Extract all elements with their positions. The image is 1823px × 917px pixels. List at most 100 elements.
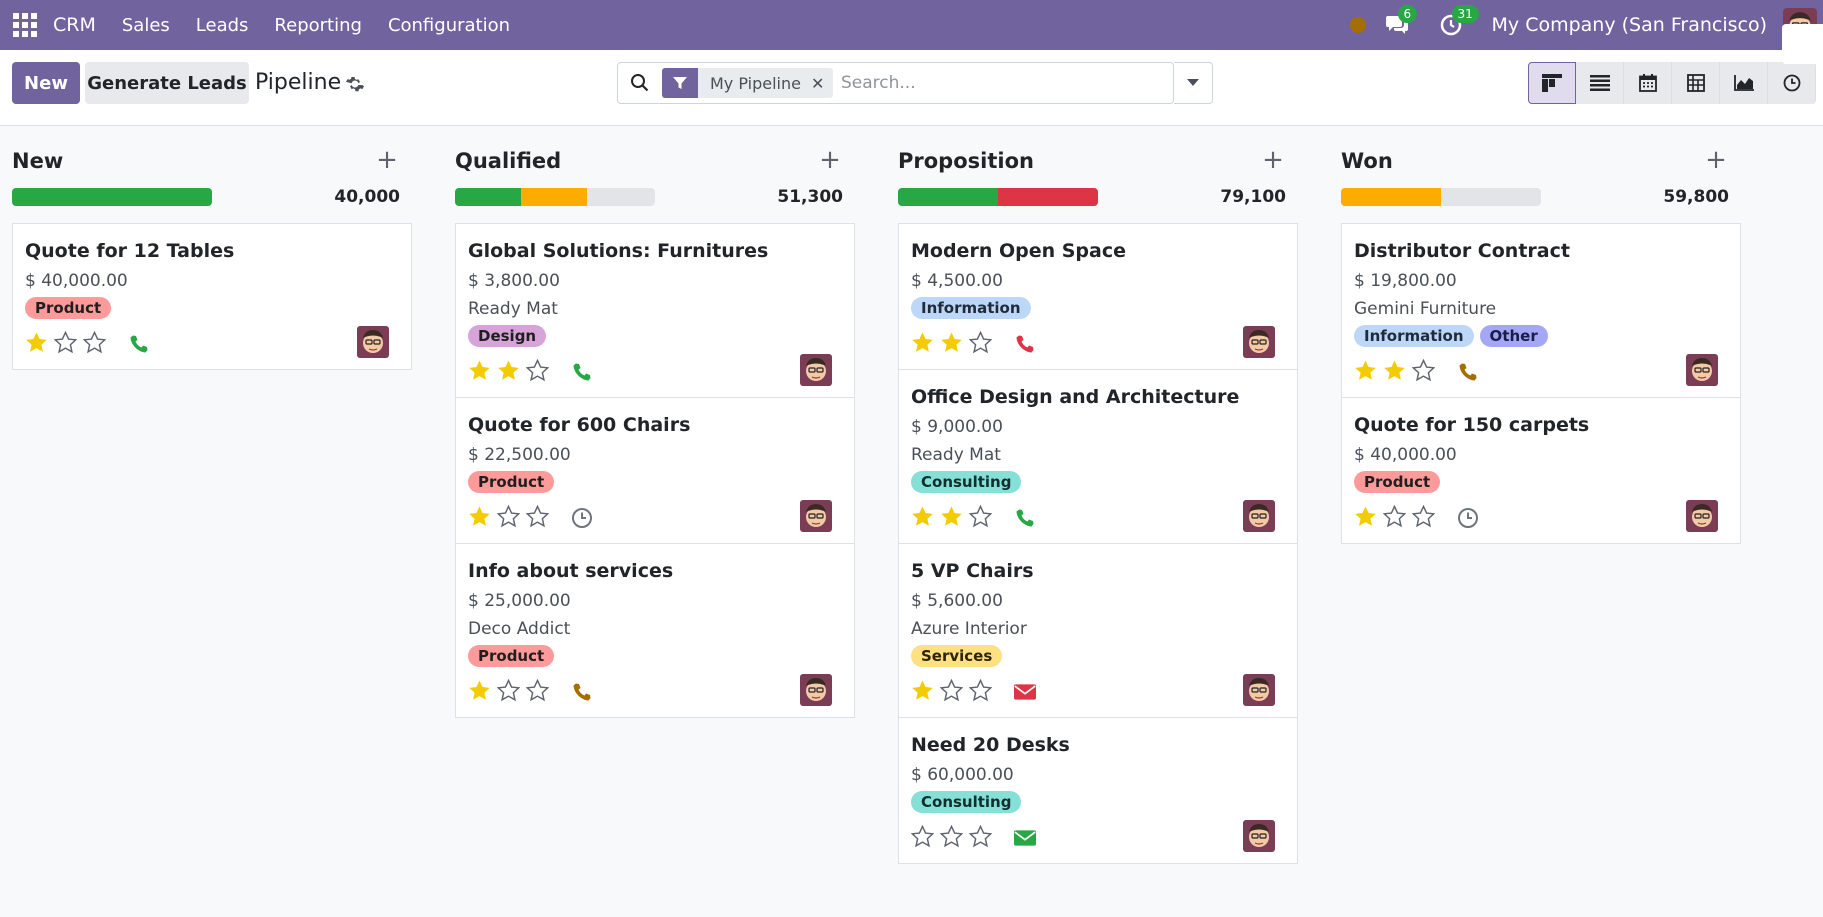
pivot-view-button[interactable] — [1672, 62, 1720, 104]
column-title[interactable]: Won — [1341, 149, 1393, 173]
email-activity-icon[interactable] — [1014, 827, 1036, 849]
filter-facet[interactable]: My Pipeline ✕ — [662, 68, 833, 98]
phone-activity-icon[interactable] — [1014, 507, 1036, 529]
lead-card[interactable]: Need 20 Desks $ 60,000.00 Consulting — [899, 718, 1297, 863]
column-title[interactable]: Qualified — [455, 149, 561, 173]
salesperson-avatar[interactable] — [1686, 354, 1718, 386]
column-progress-bar[interactable] — [12, 188, 212, 206]
progress-segment[interactable] — [455, 188, 521, 206]
lead-card[interactable]: 5 VP Chairs $ 5,600.00 Azure Interior Servi… — [899, 544, 1297, 718]
star-filled-icon[interactable] — [468, 505, 491, 532]
gear-icon[interactable] — [345, 74, 365, 94]
star-empty-icon[interactable] — [1411, 358, 1436, 386]
star-empty-icon[interactable] — [1411, 504, 1436, 532]
star-empty-icon[interactable] — [968, 678, 993, 706]
presence-status-icon[interactable] — [1349, 17, 1366, 33]
star-filled-icon[interactable] — [940, 505, 963, 532]
column-progress-bar[interactable] — [1341, 188, 1541, 206]
star-filled-icon[interactable] — [468, 359, 491, 386]
column-progress-bar[interactable] — [898, 188, 1098, 206]
clock-activity-icon[interactable] — [571, 507, 593, 529]
star-empty-icon[interactable] — [939, 824, 964, 852]
star-filled-icon[interactable] — [911, 331, 934, 358]
star-filled-icon[interactable] — [1354, 359, 1377, 386]
app-brand[interactable]: CRM — [53, 14, 96, 36]
generate-leads-button[interactable]: Generate Leads — [85, 62, 249, 104]
star-empty-icon[interactable] — [1382, 504, 1407, 532]
menu-sales[interactable]: Sales — [122, 15, 170, 36]
column-progress-bar[interactable] — [455, 188, 655, 206]
star-filled-icon[interactable] — [1354, 505, 1377, 532]
calendar-view-button[interactable] — [1624, 62, 1672, 104]
column-title[interactable]: New — [12, 149, 63, 173]
menu-leads[interactable]: Leads — [196, 15, 249, 36]
list-view-button[interactable] — [1576, 62, 1624, 104]
salesperson-avatar[interactable] — [800, 354, 832, 386]
salesperson-avatar[interactable] — [1243, 820, 1275, 852]
lead-card[interactable]: Info about services $ 25,000.00 Deco Addic… — [456, 544, 854, 717]
star-empty-icon[interactable] — [525, 504, 550, 532]
progress-segment[interactable] — [1341, 188, 1441, 206]
menu-configuration[interactable]: Configuration — [388, 15, 510, 36]
star-empty-icon[interactable] — [525, 678, 550, 706]
graph-view-button[interactable] — [1720, 62, 1768, 104]
new-button[interactable]: New — [12, 62, 80, 104]
salesperson-avatar[interactable] — [800, 500, 832, 532]
lead-card[interactable]: Quote for 12 Tables $ 40,000.00 Product — [13, 224, 411, 369]
star-filled-icon[interactable] — [497, 359, 520, 386]
phone-activity-icon[interactable] — [1457, 361, 1479, 383]
star-empty-icon[interactable] — [496, 678, 521, 706]
star-empty-icon[interactable] — [82, 330, 107, 358]
star-empty-icon[interactable] — [496, 504, 521, 532]
star-empty-icon[interactable] — [939, 678, 964, 706]
activities-clock-icon[interactable]: 31 — [1438, 5, 1479, 37]
salesperson-avatar[interactable] — [800, 674, 832, 706]
star-empty-icon[interactable] — [968, 330, 993, 358]
clock-activity-icon[interactable] — [1457, 507, 1479, 529]
apps-menu-icon[interactable] — [13, 13, 37, 37]
menu-reporting[interactable]: Reporting — [274, 15, 362, 36]
progress-segment[interactable] — [12, 188, 212, 206]
star-filled-icon[interactable] — [911, 505, 934, 532]
lead-card[interactable]: Global Solutions: Furnitures $ 3,800.00 Re… — [456, 224, 854, 398]
phone-activity-icon[interactable] — [128, 333, 150, 355]
progress-segment[interactable] — [998, 188, 1098, 206]
star-filled-icon[interactable] — [940, 331, 963, 358]
company-switcher[interactable]: My Company (San Francisco) — [1492, 14, 1767, 36]
salesperson-avatar[interactable] — [1686, 500, 1718, 532]
lead-card[interactable]: Distributor Contract $ 19,800.00 Gemini Fu… — [1342, 224, 1740, 398]
salesperson-avatar[interactable] — [357, 326, 389, 358]
star-filled-icon[interactable] — [1383, 359, 1406, 386]
quick-create-icon[interactable]: + — [1703, 145, 1729, 175]
quick-create-icon[interactable]: + — [1260, 145, 1286, 175]
salesperson-avatar[interactable] — [1243, 500, 1275, 532]
lead-card[interactable]: Quote for 600 Chairs $ 22,500.00 Product — [456, 398, 854, 544]
quick-create-icon[interactable]: + — [374, 145, 400, 175]
star-filled-icon[interactable] — [25, 331, 48, 358]
star-filled-icon[interactable] — [468, 679, 491, 706]
search-bar[interactable]: My Pipeline ✕ — [617, 62, 1174, 104]
phone-activity-icon[interactable] — [1014, 333, 1036, 355]
star-empty-icon[interactable] — [525, 358, 550, 386]
progress-segment[interactable] — [521, 188, 587, 206]
star-empty-icon[interactable] — [968, 824, 993, 852]
lead-card[interactable]: Modern Open Space $ 4,500.00 Information — [899, 224, 1297, 370]
salesperson-avatar[interactable] — [1243, 326, 1275, 358]
lead-card[interactable]: Quote for 150 carpets $ 40,000.00 Product — [1342, 398, 1740, 543]
star-empty-icon[interactable] — [53, 330, 78, 358]
search-input[interactable] — [840, 73, 1141, 93]
facet-remove-icon[interactable]: ✕ — [811, 68, 833, 98]
quick-create-icon[interactable]: + — [817, 145, 843, 175]
progress-segment[interactable] — [898, 188, 998, 206]
phone-activity-icon[interactable] — [571, 361, 593, 383]
salesperson-avatar[interactable] — [1243, 674, 1275, 706]
star-empty-icon[interactable] — [910, 824, 935, 852]
star-empty-icon[interactable] — [968, 504, 993, 532]
star-filled-icon[interactable] — [911, 679, 934, 706]
search-options-toggle[interactable] — [1174, 62, 1213, 104]
lead-card[interactable]: Office Design and Architecture $ 9,000.00… — [899, 370, 1297, 544]
activity-view-button[interactable] — [1768, 62, 1816, 104]
column-title[interactable]: Proposition — [898, 149, 1034, 173]
kanban-view-button[interactable] — [1528, 62, 1576, 104]
messaging-icon[interactable]: 6 — [1384, 5, 1418, 37]
